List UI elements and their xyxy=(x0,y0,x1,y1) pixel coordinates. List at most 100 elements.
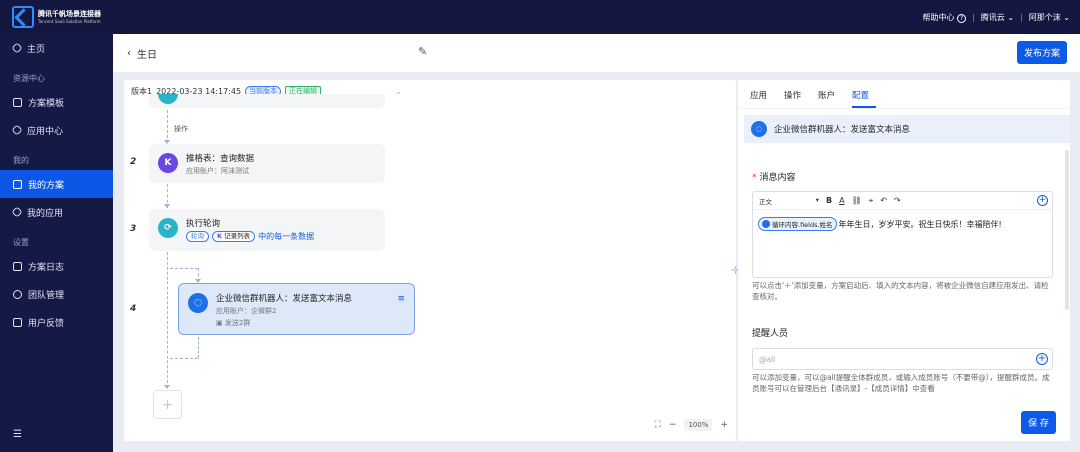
sidebar-item-feedback[interactable]: 用户反馈 xyxy=(0,308,113,336)
flow-node-step1-partial[interactable] xyxy=(149,94,385,108)
variable-chip[interactable]: 循环内容.fields.姓名 xyxy=(758,217,837,231)
divider: | xyxy=(1020,12,1023,22)
message-editor[interactable]: 正文 ▾ B A ⛓ ⌖ ↶ ↷ + 循环内容.fields.姓名 年年生日，岁岁… xyxy=(752,191,1053,278)
remind-placeholder: @all xyxy=(759,354,776,364)
chevron-left-icon: ‹ xyxy=(127,47,131,59)
cube-icon xyxy=(11,124,23,136)
scrollbar[interactable] xyxy=(1065,150,1069,310)
font-color-icon[interactable]: A xyxy=(839,196,844,205)
sidebar-item-home[interactable]: 主页 xyxy=(0,34,113,62)
wecom-robot-icon: ◌ xyxy=(188,293,208,313)
tab-account[interactable]: 账户 xyxy=(818,80,842,108)
flow-node-step3-loop[interactable]: ⟳ 执行轮询 轮询 K 记录列表 中的每一条数据 xyxy=(149,209,385,251)
fit-screen-icon[interactable]: ⛶ xyxy=(655,420,661,430)
feedback-icon xyxy=(13,317,22,327)
link-icon[interactable]: ⛓ xyxy=(852,196,862,205)
panel-tabs: 应用 操作 账户 配置 xyxy=(738,80,1070,109)
config-panel: 应用 操作 账户 配置 ◌ 企业微信群机器人：发送富文本消息 * 消息内容 正文 ▾… xyxy=(738,80,1070,441)
flow-node-step2[interactable]: K 推格表：查询数据 应用账户：阿沫测试 xyxy=(149,144,385,183)
insert-variable-button[interactable]: + xyxy=(1037,195,1048,206)
sidebar-item-team[interactable]: 团队管理 xyxy=(0,280,113,308)
page-title: 生日 xyxy=(137,49,157,61)
node-target: ▣ 发送2群 xyxy=(216,319,251,327)
tab-config[interactable]: 配置 xyxy=(852,80,877,108)
sidebar-item-my-apps[interactable]: 我的应用 xyxy=(0,198,113,226)
remind-label: 提醒人员 xyxy=(752,329,789,339)
format-select[interactable]: 正文 ▾ xyxy=(759,196,819,206)
user-icon xyxy=(13,289,22,299)
action-title: 企业微信群机器人：发送富文本消息 xyxy=(774,125,911,135)
add-member-button[interactable]: + xyxy=(1036,353,1048,365)
layers-icon xyxy=(11,206,23,218)
app-icon xyxy=(158,94,178,104)
chevron-down-icon: ⌄ xyxy=(1063,12,1070,22)
tab-action[interactable]: 操作 xyxy=(784,80,808,108)
log-icon xyxy=(13,261,22,271)
step-number: 2 xyxy=(130,157,137,167)
save-button[interactable]: 保 存 xyxy=(1021,411,1056,434)
remind-input[interactable]: @all + xyxy=(752,348,1053,370)
loop-tag: 轮询 xyxy=(186,231,209,242)
question-icon: ? xyxy=(957,13,967,23)
loop-description: 中的每一条数据 xyxy=(258,232,315,241)
variable-icon xyxy=(762,220,770,228)
logo[interactable]: 腾讯千帆场景连接器 Tencent SaaS Solution Platform xyxy=(12,6,112,28)
node-menu-icon[interactable]: ≡ xyxy=(397,294,405,304)
collapse-menu-icon[interactable]: ☰ xyxy=(13,429,22,440)
sidebar-item-logs[interactable]: 方案日志 xyxy=(0,252,113,280)
tab-app[interactable]: 应用 xyxy=(750,80,774,108)
sidebar-item-app-center[interactable]: 应用中心 xyxy=(0,116,113,144)
node-title: 执行轮询 xyxy=(186,219,221,229)
back-button[interactable]: ‹ 生日 xyxy=(127,46,157,61)
logo-subtitle: Tencent SaaS Solution Platform xyxy=(38,18,101,24)
sidebar: 主页 资源中心 方案模板 应用中心 我的 我的方案 我的应用 设置 方案日志 团… xyxy=(0,34,113,452)
publish-button[interactable]: 发布方案 xyxy=(1017,41,1067,64)
sidebar-group-mine: 我的 xyxy=(13,156,29,165)
undo-icon[interactable]: ↶ xyxy=(880,196,887,205)
sidebar-group-settings: 设置 xyxy=(13,238,29,247)
wecom-robot-icon: ◌ xyxy=(751,121,767,137)
flow-canvas[interactable]: 版本1 2022-03-23 14:17:45 当前版本 正在编辑 ⌄ 操作 2… xyxy=(124,80,736,441)
redo-icon[interactable]: ↷ xyxy=(894,196,901,205)
node-subtitle: 应用账户：阿沫测试 xyxy=(186,167,249,175)
add-step-button[interactable]: + xyxy=(153,390,182,419)
group-icon: ▣ xyxy=(216,319,223,327)
editor-content[interactable]: 循环内容.fields.姓名 年年生日，岁岁平安。祝生日快乐！幸福陪伴! xyxy=(753,210,1052,238)
editor-toolbar: 正文 ▾ B A ⛓ ⌖ ↶ ↷ + xyxy=(753,192,1052,210)
connector-arrow xyxy=(164,385,170,389)
user-menu[interactable]: 阿那个沫 ⌄ xyxy=(1029,12,1070,23)
step-number: 3 xyxy=(130,224,137,234)
sidebar-group-resources: 资源中心 xyxy=(13,74,45,83)
action-header: ◌ 企业微信群机器人：发送富文本消息 xyxy=(744,115,1070,143)
connector-arrow xyxy=(164,204,170,208)
message-hint: 可以点击'＋'添加变量，方案启动后、填入的文本内容，将被企业微信自建应用发出、请… xyxy=(752,281,1049,301)
loop-return-line xyxy=(170,358,198,359)
zoom-level: 100% xyxy=(684,419,713,431)
chevron-down-icon: ⌄ xyxy=(395,87,402,96)
edit-icon[interactable]: ✎ xyxy=(418,45,427,58)
bold-icon[interactable]: B xyxy=(826,196,832,205)
zoom-in-button[interactable]: + xyxy=(720,420,728,430)
flow-node-step4-selected[interactable]: ◌ 企业微信群机器人：发送富文本消息 应用账户：企微群2 ▣ 发送2群 ≡ xyxy=(178,283,415,335)
logo-icon xyxy=(12,6,34,28)
help-center-link[interactable]: 帮助中心 ? xyxy=(923,12,967,23)
loop-icon: ⟳ xyxy=(158,218,178,238)
sidebar-item-templates[interactable]: 方案模板 xyxy=(0,88,113,116)
step-number: 4 xyxy=(130,304,137,314)
cloud-menu[interactable]: 腾讯云 ⌄ xyxy=(981,12,1014,23)
page-header: ‹ 生日 ✎ 发布方案 xyxy=(113,34,1080,72)
format-painter-icon[interactable]: ⌖ xyxy=(869,196,874,206)
zoom-controls: ⛶ − 100% + xyxy=(655,419,728,431)
record-list-tag: K 记录列表 xyxy=(212,231,256,242)
logo-title: 腾讯千帆场景连接器 xyxy=(38,9,101,18)
document-icon xyxy=(13,179,22,189)
message-text: 年年生日，岁岁平安。祝生日快乐！幸福陪伴! xyxy=(838,219,1002,229)
sidebar-item-my-solutions[interactable]: 我的方案 xyxy=(0,170,113,198)
chevron-down-icon: ⌄ xyxy=(1007,12,1015,22)
node-title: 推格表：查询数据 xyxy=(186,154,255,164)
home-icon xyxy=(11,42,23,54)
zoom-out-button[interactable]: − xyxy=(669,420,677,430)
connector-line xyxy=(167,252,168,388)
node-title: 企业微信群机器人：发送富文本消息 xyxy=(216,294,353,304)
operation-label: 操作 xyxy=(174,125,188,133)
